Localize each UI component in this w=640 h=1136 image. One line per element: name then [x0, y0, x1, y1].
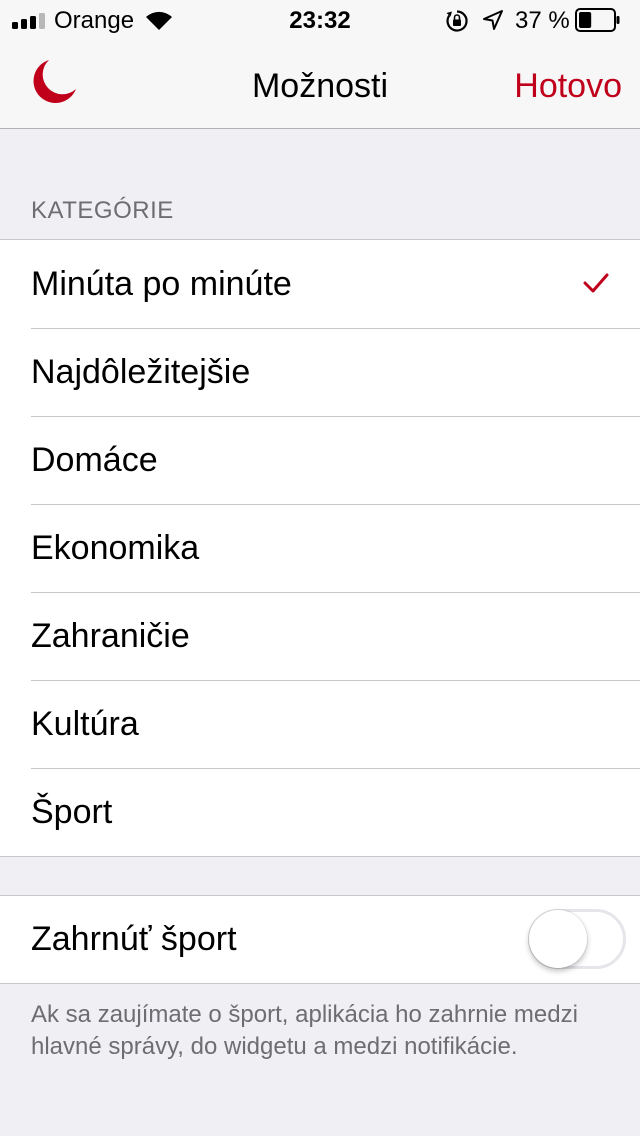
checkmark-icon: [583, 273, 609, 293]
navigation-bar: Možnosti Hotovo: [0, 40, 640, 129]
status-bar: Orange 23:32 37 %: [0, 0, 640, 40]
categories-header: KATEGÓRIE: [31, 197, 174, 224]
battery-icon: [575, 8, 620, 32]
category-row-ekonomika[interactable]: Ekonomika: [0, 504, 640, 592]
category-label: Kultúra: [31, 705, 139, 743]
category-label: Ekonomika: [31, 529, 200, 567]
location-arrow-icon: [483, 10, 503, 30]
category-row-kultura[interactable]: Kultúra: [0, 680, 640, 768]
category-label: Šport: [31, 793, 113, 831]
category-label: Najdôležitejšie: [31, 353, 251, 391]
battery-percent: 37 %: [515, 7, 570, 34]
category-label: Domáce: [31, 441, 158, 479]
sport-toggle-row: Zahrnúť šport: [0, 895, 640, 984]
category-row-minuta-po-minute[interactable]: Minúta po minúte: [0, 240, 640, 328]
category-row-zahranicie[interactable]: Zahraničie: [0, 592, 640, 680]
category-row-sport[interactable]: Šport: [0, 768, 640, 856]
sport-toggle-note: Ak sa zaujímate o šport, aplikácia ho za…: [31, 1001, 578, 1060]
sport-toggle-switch[interactable]: [528, 909, 626, 969]
category-label: Zahraničie: [31, 617, 190, 655]
category-row-najdolezitejsie[interactable]: Najdôležitejšie: [0, 328, 640, 416]
rotation-lock-icon: [446, 10, 468, 32]
done-button[interactable]: Hotovo: [514, 66, 622, 106]
sport-toggle-label: Zahrnúť šport: [31, 920, 237, 958]
category-label: Minúta po minúte: [31, 265, 292, 303]
category-row-domace[interactable]: Domáce: [0, 416, 640, 504]
categories-list: Minúta po minúte Najdôležitejšie Domáce …: [0, 239, 640, 857]
switch-knob: [529, 910, 587, 968]
